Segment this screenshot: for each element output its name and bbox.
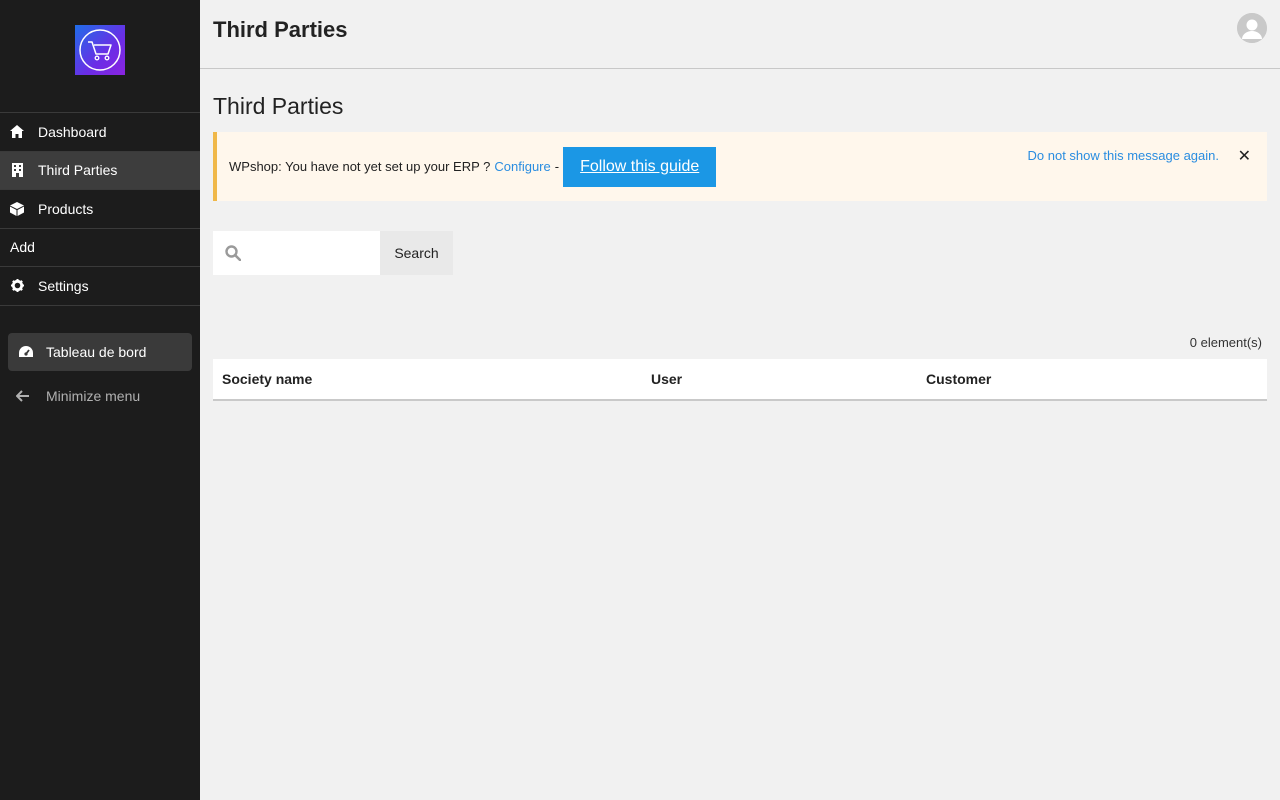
- close-icon[interactable]: ✕: [1238, 146, 1251, 166]
- tableau-de-bord-button[interactable]: Tableau de bord: [8, 333, 192, 371]
- avatar[interactable]: [1237, 13, 1267, 43]
- column-society-name[interactable]: Society name: [222, 371, 312, 387]
- main-content: Third Parties WPshop: You have not yet s…: [213, 69, 1267, 401]
- search-button[interactable]: Search: [380, 231, 453, 275]
- element-count: 0 element(s): [1189, 335, 1262, 350]
- sidebar-item-dashboard[interactable]: Dashboard: [0, 113, 200, 152]
- user-icon: [1237, 13, 1267, 43]
- erp-notice: WPshop: You have not yet set up your ERP…: [213, 132, 1267, 201]
- sidebar-item-settings[interactable]: Settings: [0, 267, 200, 306]
- header-title: Third Parties: [213, 17, 348, 42]
- arrow-left-icon: [16, 390, 30, 402]
- gear-icon: [10, 279, 24, 293]
- sidebar-item-third-parties[interactable]: Third Parties: [0, 151, 200, 190]
- building-icon: [10, 163, 24, 178]
- search-field[interactable]: [213, 231, 380, 275]
- sidebar-item-add[interactable]: Add: [0, 229, 200, 267]
- top-bar: Third Parties: [200, 0, 1280, 69]
- minimize-menu-label: Minimize menu: [46, 388, 141, 404]
- sidebar-item-label: Add: [10, 239, 35, 256]
- column-user[interactable]: User: [651, 371, 682, 387]
- tableau-de-bord-label: Tableau de bord: [46, 344, 147, 360]
- box-icon: [10, 201, 24, 216]
- column-customer[interactable]: Customer: [926, 371, 991, 387]
- shop-logo[interactable]: [75, 25, 125, 75]
- sidebar-item-label: Third Parties: [38, 162, 118, 179]
- speedometer-icon: [18, 344, 34, 360]
- sidebar: Dashboard Third Parties Products Add Set…: [0, 0, 200, 800]
- sidebar-item-label: Dashboard: [38, 123, 107, 140]
- notice-text: WPshop: You have not yet set up your ERP…: [229, 159, 491, 174]
- search-input[interactable]: [247, 245, 367, 261]
- sidebar-item-label: Settings: [38, 277, 89, 294]
- search-icon: [225, 245, 241, 261]
- table-header: Society name User Customer: [213, 359, 1267, 401]
- home-icon: [10, 125, 24, 139]
- notice-separator: -: [554, 159, 560, 174]
- dismiss-message-link[interactable]: Do not show this message again.: [1028, 148, 1220, 163]
- sidebar-item-products[interactable]: Products: [0, 190, 200, 229]
- follow-guide-button[interactable]: Follow this guide: [563, 146, 717, 187]
- sidebar-item-label: Products: [38, 200, 94, 217]
- configure-link[interactable]: Configure: [494, 159, 550, 174]
- minimize-menu-button[interactable]: Minimize menu: [16, 386, 140, 406]
- search-bar: Search: [213, 231, 1267, 275]
- page-title: Third Parties: [213, 93, 344, 119]
- logo-area: [0, 0, 200, 113]
- cart-icon: [79, 29, 121, 71]
